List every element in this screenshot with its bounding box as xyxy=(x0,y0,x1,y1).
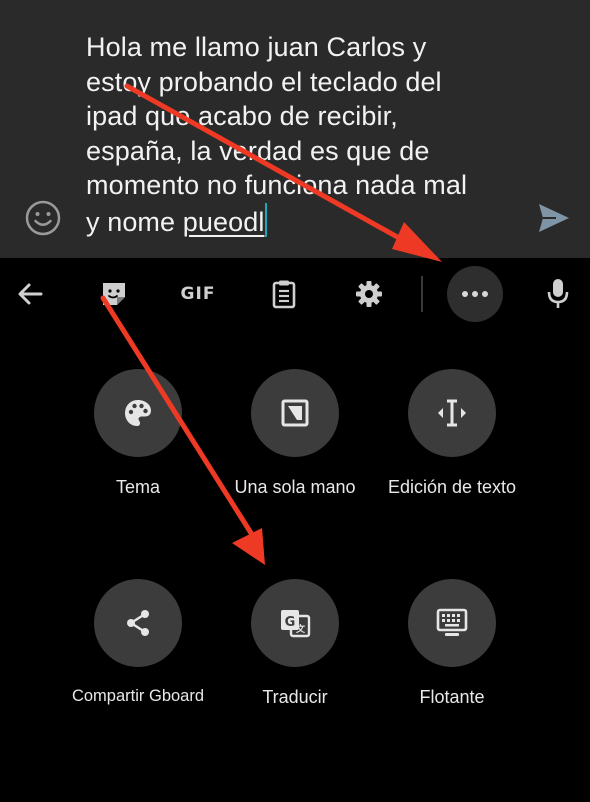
gear-icon[interactable] xyxy=(347,272,391,316)
message-text[interactable]: Hola me llamo juan Carlos y estoy proban… xyxy=(86,30,526,239)
menu-label-edicion-de-texto: Edición de texto xyxy=(387,477,517,497)
send-icon[interactable] xyxy=(536,200,572,236)
menu-item-traducir[interactable]: G 文 Traducir xyxy=(215,579,375,708)
menu-item-flotante[interactable]: Flotante xyxy=(372,579,532,708)
share-icon[interactable] xyxy=(94,579,182,667)
message-line-2: estoy probando el teclado del xyxy=(86,66,442,97)
keyboard-toolbar: GIF xyxy=(0,258,590,330)
text-cursor-icon[interactable] xyxy=(408,369,496,457)
menu-item-compartir-gboard[interactable]: Compartir Gboard xyxy=(58,579,218,706)
message-line-4: españa, la verdad es que de xyxy=(86,135,430,166)
menu-label-tema: Tema xyxy=(115,477,160,497)
message-line-5: momento no funciona nada mal xyxy=(86,170,468,200)
misspelled-word[interactable]: pueodl xyxy=(183,207,265,237)
one-handed-icon[interactable] xyxy=(251,369,339,457)
arrow-back-icon[interactable] xyxy=(8,272,52,316)
svg-text:G: G xyxy=(285,615,296,630)
svg-text:文: 文 xyxy=(295,623,306,635)
message-line-6: y nome xyxy=(86,206,183,237)
menu-label-compartir-gboard: Compartir Gboard xyxy=(71,687,205,705)
toolbar-divider xyxy=(421,276,423,312)
gif-button[interactable]: GIF xyxy=(176,272,220,316)
message-line-1: Hola me llamo juan Carlos y xyxy=(86,32,427,62)
translate-icon[interactable]: G 文 xyxy=(251,579,339,667)
message-composer[interactable]: Hola me llamo juan Carlos y estoy proban… xyxy=(0,0,590,258)
clipboard-icon[interactable] xyxy=(262,272,306,316)
menu-item-tema[interactable]: Tema xyxy=(58,369,218,498)
menu-item-una-sola-mano[interactable]: Una sola mano xyxy=(215,369,375,498)
sticker-icon[interactable] xyxy=(92,272,136,316)
text-caret xyxy=(265,202,268,237)
palette-icon[interactable] xyxy=(94,369,182,457)
gboard-screen: Hola me llamo juan Carlos y estoy proban… xyxy=(0,0,590,802)
emoji-smiley-icon[interactable] xyxy=(24,199,62,237)
menu-label-una-sola-mano: Una sola mano xyxy=(234,477,356,497)
more-dots-icon[interactable] xyxy=(447,266,503,322)
message-line-3: ipad que acabo de recibir, xyxy=(86,101,398,131)
microphone-icon[interactable] xyxy=(536,272,580,316)
menu-label-traducir: Traducir xyxy=(262,687,328,707)
menu-item-edicion-de-texto[interactable]: Edición de texto xyxy=(372,369,532,498)
menu-label-flotante: Flotante xyxy=(419,687,485,707)
floating-keyboard-icon[interactable] xyxy=(408,579,496,667)
